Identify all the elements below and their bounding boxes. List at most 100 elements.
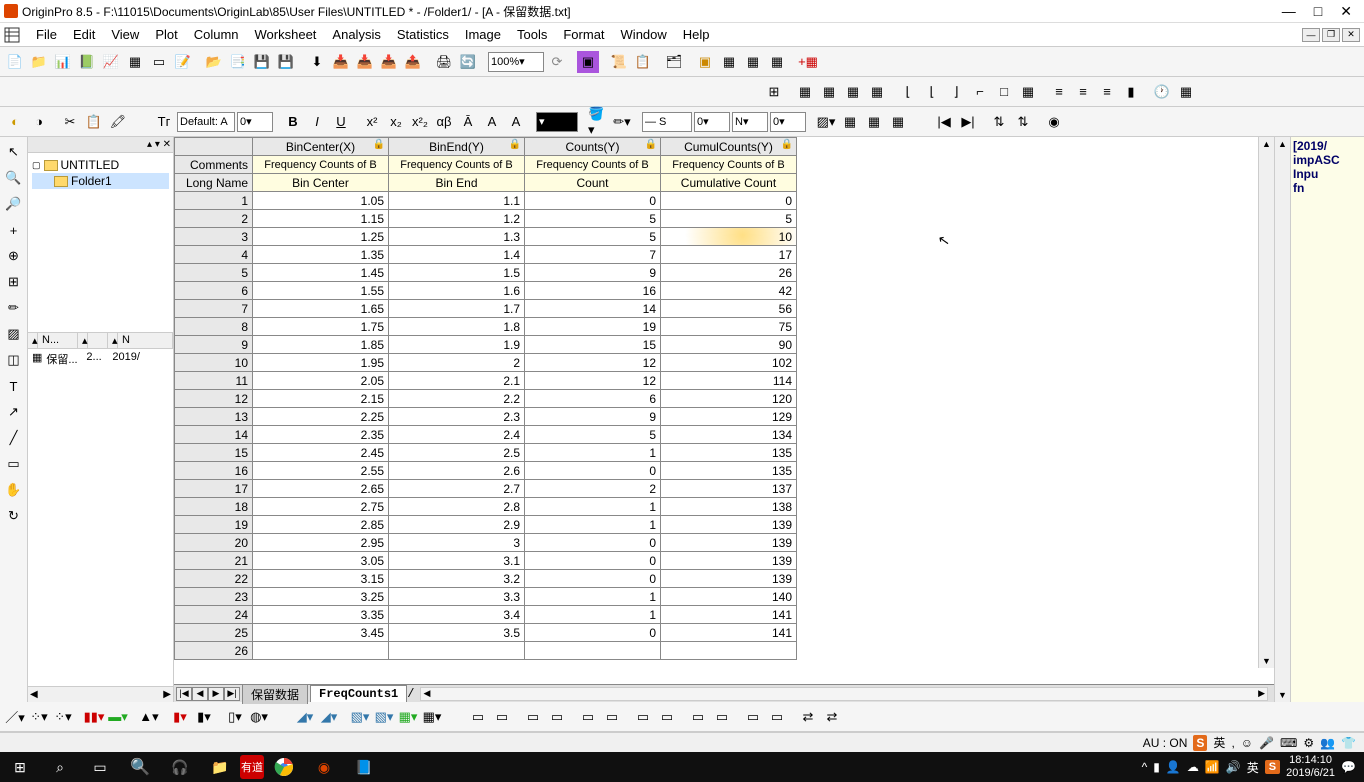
row-header[interactable]: 14 bbox=[175, 426, 253, 444]
data-cell[interactable]: 1.95 bbox=[253, 354, 389, 372]
layer1-button[interactable]: ▦ bbox=[794, 81, 816, 103]
data-cell[interactable]: 2.1 bbox=[389, 372, 525, 390]
mic-icon[interactable]: 🎤 bbox=[1259, 736, 1274, 750]
frame-button[interactable]: □ bbox=[993, 81, 1015, 103]
data-cell[interactable]: 2 bbox=[525, 480, 661, 498]
legend3-button[interactable]: ≡ bbox=[1096, 81, 1118, 103]
data-cell[interactable]: 1 bbox=[525, 606, 661, 624]
data-cell[interactable]: 3.45 bbox=[253, 624, 389, 642]
data-cell[interactable]: 3.35 bbox=[253, 606, 389, 624]
data-cell[interactable]: 0 bbox=[525, 624, 661, 642]
row-header[interactable]: 7 bbox=[175, 300, 253, 318]
new-excel-button[interactable]: 📗 bbox=[76, 51, 98, 73]
layer3-button[interactable]: ▦ bbox=[842, 81, 864, 103]
data-cell[interactable]: 2.15 bbox=[253, 390, 389, 408]
notes-icon[interactable]: 📘 bbox=[344, 752, 384, 782]
grid[interactable]: BinCenter(X)🔒BinEnd(Y)🔒Counts(Y)🔒CumulCo… bbox=[174, 137, 1274, 684]
contour-button[interactable]: ▦▾ bbox=[397, 706, 419, 728]
data-cell[interactable]: 120 bbox=[661, 390, 797, 408]
copy-format-button[interactable]: ✂ bbox=[59, 111, 81, 133]
data-cursor-tool[interactable]: ⊞ bbox=[3, 271, 25, 293]
tab-next-button[interactable]: ▶ bbox=[208, 687, 224, 701]
data-cell[interactable]: 137 bbox=[661, 480, 797, 498]
row-header[interactable]: 10 bbox=[175, 354, 253, 372]
menu-file[interactable]: File bbox=[28, 25, 65, 44]
data-cell[interactable]: 1.3 bbox=[389, 228, 525, 246]
mdi-restore-button[interactable]: ❐ bbox=[1322, 28, 1340, 42]
font-button[interactable]: Tг bbox=[153, 111, 175, 133]
data-cell[interactable]: 1.35 bbox=[253, 246, 389, 264]
data-cell[interactable]: 1.4 bbox=[389, 246, 525, 264]
open-template-button[interactable]: 📑 bbox=[227, 51, 249, 73]
data-cell[interactable]: 56 bbox=[661, 300, 797, 318]
face-icon[interactable]: ☺ bbox=[1241, 736, 1253, 750]
data-cell[interactable]: 102 bbox=[661, 354, 797, 372]
swap-xy-button[interactable]: ⇅ bbox=[988, 111, 1010, 133]
data-cell[interactable]: 1 bbox=[525, 444, 661, 462]
pe-hscroll[interactable]: ◀▶ bbox=[28, 686, 173, 702]
task-view-button[interactable]: ▭ bbox=[80, 752, 120, 782]
legend2-button[interactable]: ≡ bbox=[1072, 81, 1094, 103]
symbol-size-combo[interactable]: 0 ▾ bbox=[770, 112, 806, 132]
data-cell[interactable]: 1 bbox=[525, 516, 661, 534]
import-ascii-button[interactable]: 📥 bbox=[330, 51, 352, 73]
pattern-button[interactable]: ▨▾ bbox=[815, 111, 837, 133]
line-symbol-button[interactable]: ⁘▾ bbox=[52, 706, 74, 728]
data-cell[interactable] bbox=[525, 642, 661, 660]
text-tool[interactable]: T bbox=[3, 375, 25, 397]
column-plot-button[interactable]: ▮▮▾ bbox=[83, 706, 105, 728]
data-cell[interactable]: 1.45 bbox=[253, 264, 389, 282]
bar-plot-button[interactable]: ▬▾ bbox=[107, 706, 129, 728]
comment-cell[interactable]: Frequency Counts of B bbox=[661, 156, 797, 174]
comment-cell[interactable]: Frequency Counts of B bbox=[253, 156, 389, 174]
line-tool[interactable]: ╱ bbox=[3, 427, 25, 449]
new-notes-button[interactable]: 📝 bbox=[172, 51, 194, 73]
tab-last-button[interactable]: ▶| bbox=[224, 687, 240, 701]
line-style-combo[interactable]: — S bbox=[642, 112, 692, 132]
pie-plot-button[interactable]: ◍▾ bbox=[248, 706, 270, 728]
rescale-button[interactable]: ⊞ bbox=[763, 81, 785, 103]
data-cell[interactable]: 75 bbox=[661, 318, 797, 336]
start-button[interactable]: ⊞ bbox=[0, 752, 40, 782]
mask-tool[interactable]: ▨ bbox=[3, 323, 25, 345]
menu-statistics[interactable]: Statistics bbox=[389, 25, 457, 44]
mdi-close-button[interactable]: ✕ bbox=[1342, 28, 1360, 42]
row-header[interactable]: Comments bbox=[175, 156, 253, 174]
rect-tool[interactable]: ▭ bbox=[3, 453, 25, 475]
row-header[interactable]: Long Name bbox=[175, 174, 253, 192]
tray-ime-icon[interactable]: S bbox=[1265, 760, 1280, 774]
table-button[interactable]: ▦ bbox=[1175, 81, 1197, 103]
data-cell[interactable]: 2.65 bbox=[253, 480, 389, 498]
skip-first-button[interactable]: |◀ bbox=[933, 111, 955, 133]
row-header[interactable]: 1 bbox=[175, 192, 253, 210]
data-cell[interactable]: 5 bbox=[661, 210, 797, 228]
data-cell[interactable]: 0 bbox=[525, 192, 661, 210]
align-v-button[interactable]: ▭ bbox=[601, 706, 623, 728]
row-header[interactable]: 19 bbox=[175, 516, 253, 534]
row-header[interactable]: 22 bbox=[175, 570, 253, 588]
data-cell[interactable]: 6 bbox=[525, 390, 661, 408]
data-cell[interactable]: 3.05 bbox=[253, 552, 389, 570]
data-reader-tool[interactable]: + bbox=[3, 219, 25, 241]
column-header[interactable]: Counts(Y)🔒 bbox=[525, 138, 661, 156]
rotate-tool[interactable]: ↻ bbox=[3, 505, 25, 527]
sheet-tab-1[interactable]: 保留数据 bbox=[242, 684, 308, 704]
tray-people-icon[interactable]: 👤 bbox=[1166, 760, 1181, 774]
menu-edit[interactable]: Edit bbox=[65, 25, 103, 44]
data-cell[interactable]: 2.35 bbox=[253, 426, 389, 444]
data-cell[interactable]: 0 bbox=[525, 570, 661, 588]
axis-left-button[interactable]: ⌊ bbox=[897, 81, 919, 103]
swap2-button[interactable]: ⇄ bbox=[821, 706, 843, 728]
line-plot-button[interactable]: ／▾ bbox=[4, 706, 26, 728]
row-header[interactable]: 8 bbox=[175, 318, 253, 336]
refresh-button[interactable]: 🔄 bbox=[457, 51, 479, 73]
import-excel-button[interactable]: 📥 bbox=[378, 51, 400, 73]
data-cell[interactable]: 2.05 bbox=[253, 372, 389, 390]
save-template-button[interactable]: 💾 bbox=[275, 51, 297, 73]
layer2-button[interactable]: ▦ bbox=[818, 81, 840, 103]
data-cell[interactable]: 1.55 bbox=[253, 282, 389, 300]
longname-cell[interactable]: Count bbox=[525, 174, 661, 192]
region-tool[interactable]: ◫ bbox=[3, 349, 25, 371]
row-header[interactable]: 16 bbox=[175, 462, 253, 480]
data-cell[interactable]: 1.1 bbox=[389, 192, 525, 210]
